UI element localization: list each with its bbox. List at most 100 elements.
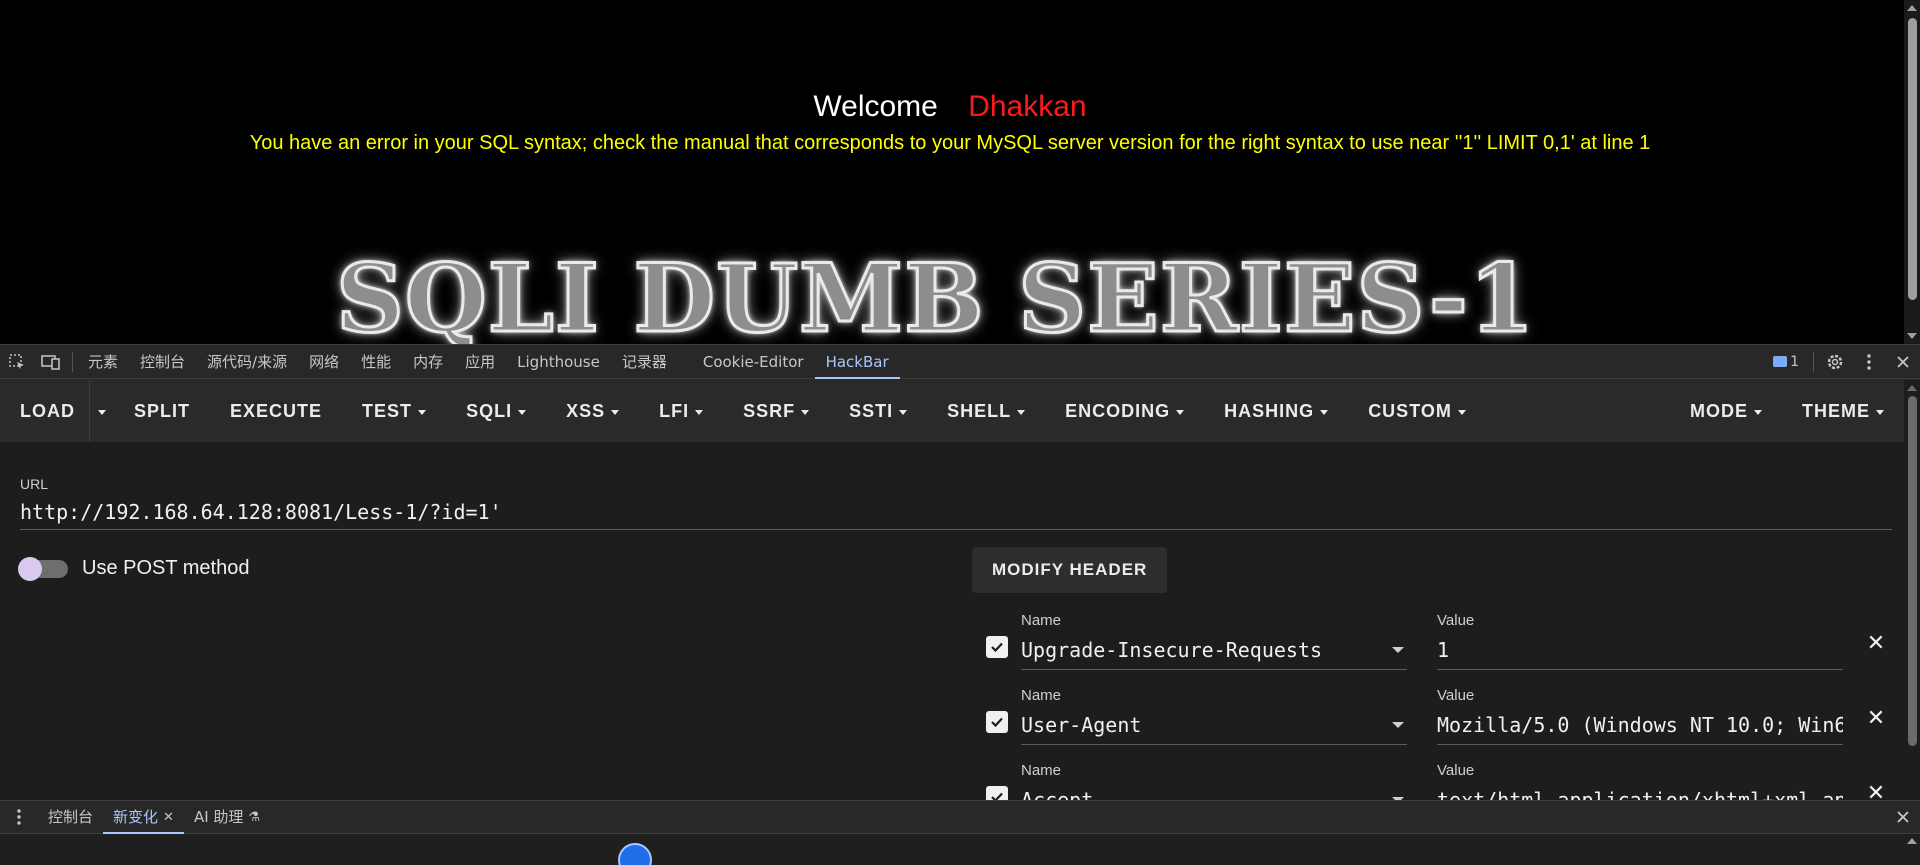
header-enabled-checkbox[interactable] xyxy=(986,786,1008,800)
custom-label: CUSTOM xyxy=(1368,401,1452,421)
url-input[interactable] xyxy=(20,494,1892,530)
shell-menu[interactable]: SHELL xyxy=(927,380,1045,442)
webpage-viewport: Welcome Dhakkan You have an error in you… xyxy=(0,0,1920,344)
lfi-menu[interactable]: LFI xyxy=(639,380,723,442)
drawer-tab-ai-assistant[interactable]: AI 助理 ⚗ xyxy=(184,801,270,834)
checkmark-icon xyxy=(991,642,1003,653)
sqli-label: SQLI xyxy=(466,401,513,421)
header-value-label: Value xyxy=(1437,612,1475,629)
mode-menu[interactable]: MODE xyxy=(1670,380,1782,442)
hashing-label: HASHING xyxy=(1224,401,1315,421)
scroll-down-arrow[interactable] xyxy=(1907,333,1917,339)
page-scroll-thumb[interactable] xyxy=(1908,18,1917,300)
chevron-down-icon[interactable] xyxy=(1392,647,1404,653)
chevron-down-icon xyxy=(1017,409,1026,415)
test-label: TEST xyxy=(362,401,413,421)
tab-application[interactable]: 应用 xyxy=(454,345,506,379)
header-enabled-checkbox[interactable] xyxy=(986,711,1008,733)
tab-network[interactable]: 网络 xyxy=(298,345,350,379)
issues-badge[interactable]: 1 xyxy=(1763,354,1809,370)
drawer-tab-ai-label: AI 助理 xyxy=(193,807,244,826)
hackbar-panel: LOAD SPLIT EXECUTE TEST SQLI XSS LFI SSR… xyxy=(0,380,1920,800)
execute-button[interactable]: EXECUTE xyxy=(210,380,342,442)
header-name-field[interactable]: Accept xyxy=(1021,780,1407,800)
settings-gear-icon[interactable] xyxy=(1818,345,1852,379)
welcome-line: Welcome Dhakkan xyxy=(0,90,1900,124)
flask-icon: ⚗ xyxy=(248,809,261,825)
load-menu-toggle[interactable] xyxy=(89,380,114,442)
header-name-field[interactable]: Upgrade-Insecure-Requests xyxy=(1021,630,1407,670)
mode-label: MODE xyxy=(1690,401,1748,421)
checkmark-icon xyxy=(991,717,1003,728)
header-enabled-checkbox[interactable] xyxy=(986,636,1008,658)
checkmark-icon xyxy=(991,792,1003,800)
header-row: Name User-Agent Value Mozilla/5.0 (Windo… xyxy=(980,687,1885,762)
tab-sources[interactable]: 源代码/来源 xyxy=(196,345,298,379)
welcome-name: Dhakkan xyxy=(968,90,1087,123)
tab-elements[interactable]: 元素 xyxy=(77,345,129,379)
header-row: Name Accept Value text/html,application/… xyxy=(980,762,1885,800)
tab-lighthouse[interactable]: Lighthouse xyxy=(506,345,611,379)
header-value-field[interactable]: text/html,application/xhtml+xml,applicat… xyxy=(1437,780,1843,800)
ssti-label: SSTI xyxy=(849,401,894,421)
devtools-tabbar: 元素 控制台 源代码/来源 网络 性能 内存 应用 Lighthouse 记录器… xyxy=(0,344,1920,379)
header-value-field[interactable]: Mozilla/5.0 (Windows NT 10.0; Win64; x64… xyxy=(1437,705,1843,745)
theme-label: THEME xyxy=(1802,401,1870,421)
modify-header-button[interactable]: MODIFY HEADER xyxy=(972,547,1168,593)
chevron-down-icon xyxy=(1876,409,1884,415)
inspect-element-icon[interactable] xyxy=(0,345,34,379)
toggle-track[interactable] xyxy=(18,556,68,581)
chevron-down-icon xyxy=(418,409,427,415)
toggle-knob[interactable] xyxy=(18,556,42,581)
device-toolbar-icon[interactable] xyxy=(34,345,68,379)
page-scrollbar[interactable] xyxy=(1904,0,1920,344)
drawer-tabbar: 控制台 新变化 ✕ AI 助理 ⚗ xyxy=(0,800,1920,834)
drawer-scrollbar[interactable] xyxy=(1904,834,1920,865)
sql-error-message: You have an error in your SQL syntax; ch… xyxy=(249,132,1651,154)
close-devtools-icon[interactable] xyxy=(1886,345,1920,379)
theme-menu[interactable]: THEME xyxy=(1782,380,1904,442)
chevron-down-icon[interactable] xyxy=(1392,722,1404,728)
remove-header-close-icon[interactable]: ✕ xyxy=(1866,708,1886,730)
hackbar-scroll-thumb[interactable] xyxy=(1908,396,1917,746)
close-tab-icon[interactable]: ✕ xyxy=(163,801,174,834)
tab-cookie-editor[interactable]: Cookie-Editor xyxy=(692,345,815,379)
scroll-up-arrow[interactable] xyxy=(1907,5,1917,11)
header-name-label: Name xyxy=(1021,762,1062,779)
drawer-tab-console-label: 控制台 xyxy=(48,807,94,826)
chevron-down-icon xyxy=(1176,409,1185,415)
drawer-tab-changes-label: 新变化 xyxy=(113,807,159,826)
tabbar-separator xyxy=(1813,351,1814,372)
hackbar-scrollbar[interactable] xyxy=(1904,380,1920,800)
tab-console[interactable]: 控制台 xyxy=(129,345,196,379)
drawer-tab-changes[interactable]: 新变化 ✕ xyxy=(103,801,184,834)
more-options-icon[interactable] xyxy=(1852,345,1886,379)
close-drawer-icon[interactable] xyxy=(1886,800,1920,834)
ssrf-menu[interactable]: SSRF xyxy=(723,380,829,442)
encoding-menu[interactable]: ENCODING xyxy=(1045,380,1204,442)
drawer-tab-console[interactable]: 控制台 xyxy=(38,801,103,834)
hashing-menu[interactable]: HASHING xyxy=(1204,380,1348,442)
custom-menu[interactable]: CUSTOM xyxy=(1348,380,1486,442)
test-menu[interactable]: TEST xyxy=(342,380,446,442)
tab-hackbar[interactable]: HackBar xyxy=(814,345,900,379)
xss-menu[interactable]: XSS xyxy=(546,380,639,442)
chevron-down-icon xyxy=(518,409,527,415)
tab-recorder[interactable]: 记录器 xyxy=(611,345,678,379)
tab-memory[interactable]: 内存 xyxy=(402,345,454,379)
remove-header-close-icon[interactable]: ✕ xyxy=(1866,783,1886,801)
scroll-up-arrow[interactable] xyxy=(1907,838,1917,844)
header-value-label: Value xyxy=(1437,762,1475,779)
drawer-menu-icon[interactable] xyxy=(0,800,38,834)
tab-performance[interactable]: 性能 xyxy=(350,345,402,379)
welcome-text: Welcome xyxy=(813,90,938,123)
ssti-menu[interactable]: SSTI xyxy=(829,380,927,442)
header-value-field[interactable]: 1 xyxy=(1437,630,1843,670)
remove-header-close-icon[interactable]: ✕ xyxy=(1866,633,1886,655)
sqli-menu[interactable]: SQLI xyxy=(446,380,546,442)
post-method-toggle[interactable]: Use POST method xyxy=(18,556,249,581)
split-button[interactable]: SPLIT xyxy=(114,380,210,442)
load-button[interactable]: LOAD xyxy=(0,380,89,442)
scroll-up-arrow[interactable] xyxy=(1907,385,1917,391)
header-name-field[interactable]: User-Agent xyxy=(1021,705,1407,745)
